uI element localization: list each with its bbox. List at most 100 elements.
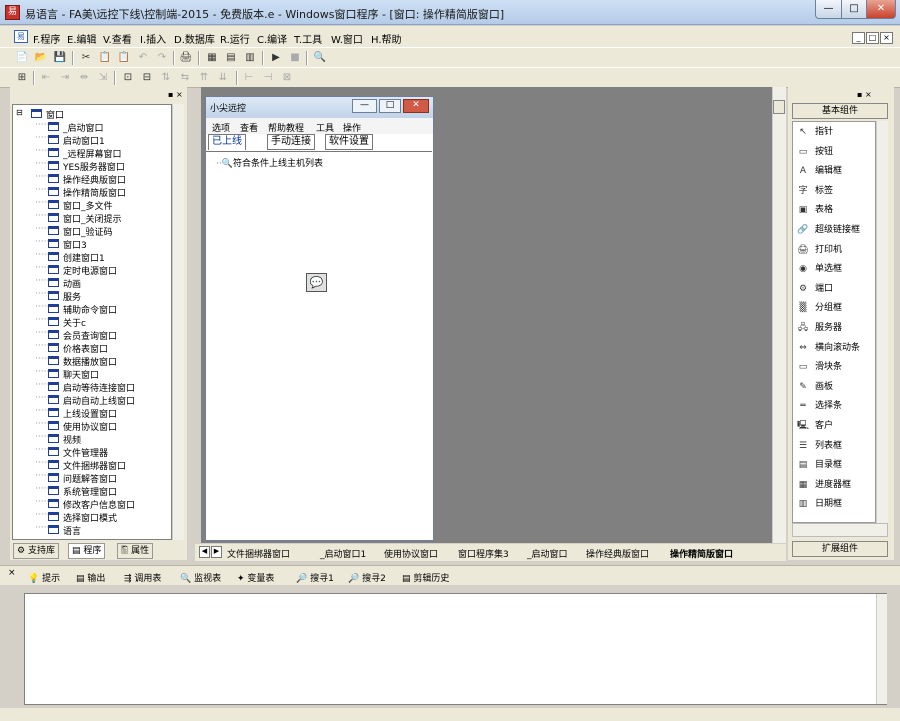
tray-icon-control[interactable]: 💬 <box>306 273 327 292</box>
component-item[interactable]: 🖳 客户 <box>795 418 833 438</box>
component-item[interactable]: A 编辑框 <box>795 163 842 183</box>
component-item[interactable]: ▥ 日期框 <box>795 496 842 516</box>
tab-search1[interactable]: 🔎 搜寻1 <box>296 571 334 584</box>
tab-clip-history[interactable]: ▤ 剪辑历史 <box>402 571 449 584</box>
extended-components-button[interactable]: 扩展组件 <box>792 541 888 557</box>
align-right-icon[interactable]: ⇥ <box>57 71 73 85</box>
component-item[interactable]: 🖨 打印机 <box>795 242 842 262</box>
tab-output[interactable]: ▤ 输出 <box>76 571 105 584</box>
component-item[interactable]: ▭ 滑块条 <box>795 359 842 379</box>
align-center-icon[interactable]: ⇹ <box>76 71 92 85</box>
component-item[interactable]: ↖ 指针 <box>795 124 833 144</box>
project-tree[interactable]: ⊟ 窗口 ····· _启动窗口 ····· 启动窗口1 ····· _远程屏幕窗口 ···… <box>12 104 172 540</box>
stop-icon[interactable]: ■ <box>287 51 303 65</box>
component-item[interactable]: ═ 选择条 <box>795 398 842 418</box>
doc-tab-module3[interactable]: 窗口程序集3 <box>458 547 509 560</box>
tab-properties[interactable]: 🖺 属性 <box>117 543 154 559</box>
component-item[interactable]: ▣ 表格 <box>795 202 833 222</box>
menu-help[interactable]: H.帮助 <box>371 31 402 46</box>
menu-database[interactable]: D.数据库 <box>174 31 215 46</box>
minimize-button[interactable]: — <box>815 0 842 19</box>
mdi-minimize-button[interactable]: _ <box>852 32 865 44</box>
menu-edit[interactable]: E.编辑 <box>67 31 97 46</box>
redo-icon[interactable]: ↷ <box>154 51 170 65</box>
form-menu-options[interactable]: 选项 <box>212 121 230 134</box>
component-item[interactable]: ⚙ 端口 <box>795 281 833 301</box>
panel-pin-icon[interactable]: ▪ × <box>168 90 183 99</box>
component-item[interactable]: 🖧 服务器 <box>795 320 842 340</box>
save-icon[interactable]: 💾 <box>52 51 68 65</box>
center-horizontal-icon[interactable]: ⊡ <box>120 71 136 85</box>
component-item[interactable]: 🔗 超级链接框 <box>795 222 860 242</box>
component-item[interactable]: ▤ 目录框 <box>795 457 842 477</box>
component-item[interactable]: ☰ 列表框 <box>795 438 842 458</box>
tab-program[interactable]: ▤ 程序 <box>68 543 106 559</box>
output-close-icon[interactable]: × <box>8 568 16 578</box>
layout-1-icon[interactable]: ▦ <box>204 51 220 65</box>
center-vertical-icon[interactable]: ⊟ <box>139 71 155 85</box>
form-menu-view[interactable]: 查看 <box>240 121 258 134</box>
collapse-icon[interactable]: ⊟ <box>16 108 23 117</box>
tab-callstack[interactable]: ⇶ 调用表 <box>124 571 161 584</box>
tab-variables[interactable]: ✦ 变量表 <box>237 571 274 584</box>
output-scrollbar[interactable] <box>876 594 887 704</box>
menu-window[interactable]: W.窗口 <box>331 31 363 46</box>
menu-run[interactable]: R.运行 <box>220 31 250 46</box>
component-scrollbar[interactable] <box>876 121 888 523</box>
form-tab-settings[interactable]: 软件设置 <box>325 134 373 150</box>
menu-compile[interactable]: C.编译 <box>257 31 287 46</box>
space-up-icon[interactable]: ⇈ <box>196 71 212 85</box>
layout-3-icon[interactable]: ▥ <box>242 51 258 65</box>
copy-icon[interactable]: 📋 <box>97 51 113 65</box>
lock-controls-icon[interactable]: ⊠ <box>279 71 295 85</box>
undo-icon[interactable]: ↶ <box>135 51 151 65</box>
bring-front-icon[interactable]: ⊢ <box>241 71 257 85</box>
tab-support-library[interactable]: ⚙ 支持库 <box>13 543 59 559</box>
maximize-button[interactable]: □ <box>841 0 867 19</box>
component-item[interactable]: ✎ 画板 <box>795 379 833 399</box>
print-icon[interactable]: 🖨 <box>178 51 194 65</box>
component-item[interactable]: ⇔ 横向滚动条 <box>795 340 860 360</box>
run-icon[interactable]: ▶ <box>268 51 284 65</box>
form-tab-manual-connect[interactable]: 手动连接 <box>267 134 315 150</box>
align-bottom-icon[interactable]: ⇲ <box>95 71 111 85</box>
menu-view[interactable]: V.查看 <box>103 31 132 46</box>
tab-search2[interactable]: 🔎 搜寻2 <box>348 571 386 584</box>
send-back-icon[interactable]: ⊣ <box>260 71 276 85</box>
layout-2-icon[interactable]: ▤ <box>223 51 239 65</box>
menu-insert[interactable]: I.插入 <box>140 31 166 46</box>
tab-scroll-left-icon[interactable]: ◀ <box>199 546 210 558</box>
paste-icon[interactable]: 📋 <box>116 51 132 65</box>
tree-scrollbar[interactable] <box>172 104 184 540</box>
doc-tab-file-binder[interactable]: 文件捆绑器窗口 <box>227 547 290 560</box>
component-item[interactable]: ◉ 单选框 <box>795 261 842 281</box>
component-item[interactable]: ▒ 分组框 <box>795 300 842 320</box>
mdi-restore-button[interactable]: □ <box>866 32 879 44</box>
designer-vscroll-thumb[interactable] <box>773 100 785 114</box>
doc-tab-startup[interactable]: _启动窗口 <box>527 547 568 560</box>
align-left-icon[interactable]: ⇤ <box>38 71 54 85</box>
close-button[interactable]: ✕ <box>866 0 896 19</box>
form-menu-tools[interactable]: 工具 <box>316 121 334 134</box>
tab-watch[interactable]: 🔍 监视表 <box>180 571 221 584</box>
menu-tools[interactable]: T.工具 <box>294 31 322 46</box>
form-tab-online[interactable]: 已上线 <box>208 134 246 150</box>
tab-scroll-right-icon[interactable]: ▶ <box>211 546 222 558</box>
doc-tab-simple-active[interactable]: 操作精简版窗口 <box>670 547 733 560</box>
mdi-close-button[interactable]: × <box>880 32 893 44</box>
component-hscroll[interactable] <box>792 523 888 537</box>
basic-components-button[interactable]: 基本组件 <box>792 103 888 119</box>
form-menu-help-tutorial[interactable]: 帮助教程 <box>268 121 304 134</box>
component-item[interactable]: 字标签 <box>795 183 833 203</box>
doc-tab-startup1[interactable]: _启动窗口1 <box>320 547 366 560</box>
output-area[interactable] <box>24 593 887 705</box>
form-menu-operate[interactable]: 操作 <box>343 121 361 134</box>
tab-hint[interactable]: 💡 提示 <box>28 571 60 584</box>
doc-tab-protocol[interactable]: 使用协议窗口 <box>384 547 438 560</box>
host-list-tree-item[interactable]: ··🔍符合条件上线主机列表 <box>216 156 323 169</box>
open-file-icon[interactable]: 📂 <box>33 51 49 65</box>
same-height-icon[interactable]: ⇅ <box>158 71 174 85</box>
panel-pin-icon[interactable]: ▪ × <box>857 90 872 99</box>
menu-file[interactable]: F.程序 <box>33 31 60 46</box>
doc-tab-classic[interactable]: 操作经典版窗口 <box>586 547 649 560</box>
